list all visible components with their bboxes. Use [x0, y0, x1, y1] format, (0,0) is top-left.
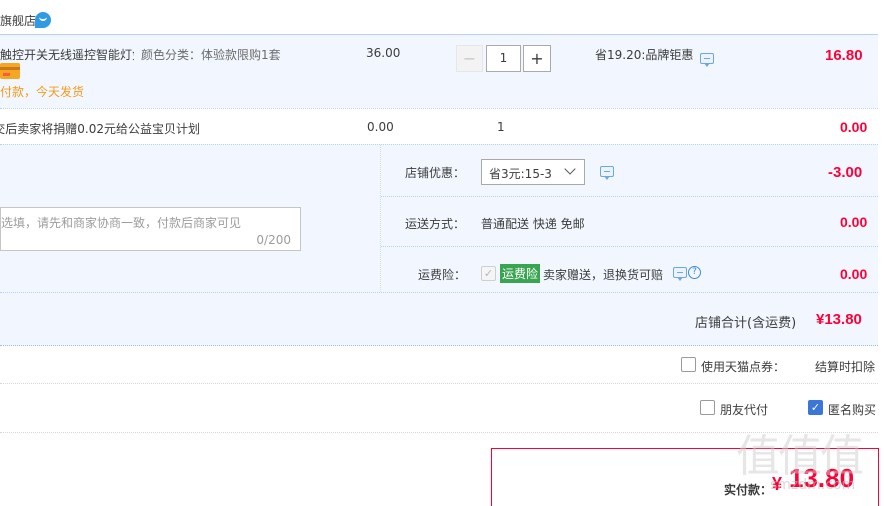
- charity-price: 0.00: [367, 120, 394, 134]
- points-note: 结算时扣除: [815, 360, 876, 374]
- quantity-minus-button[interactable]: −: [456, 45, 483, 72]
- friend-pay-label: 朋友代付: [720, 403, 769, 417]
- ship-notice: 付款，今天发货: [0, 85, 85, 99]
- item-price: 36.00: [366, 46, 401, 60]
- buyer-message-input[interactable]: 选填，请先和商家协商一致，付款后商家可见 0/200: [0, 207, 301, 251]
- discount-chat-icon[interactable]: [600, 166, 614, 180]
- delivery-label: 运送方式：: [405, 217, 466, 231]
- wangwang-chat-icon[interactable]: [35, 12, 51, 28]
- anonymous-checkbox[interactable]: ✓: [808, 400, 823, 415]
- shop-total-label: 店铺合计(含运费): [695, 316, 797, 331]
- watermark-url: smzdm.com: [770, 477, 856, 493]
- points-checkbox[interactable]: [681, 357, 696, 372]
- panel-vertical-divider: [380, 145, 381, 292]
- charity-text: 成交后卖家将捐赠0.02元给公益宝贝计划: [0, 122, 200, 136]
- insurance-amount: 0.00: [840, 266, 868, 282]
- promo-chat-icon[interactable]: [700, 53, 714, 67]
- points-label: 使用天猫点券：: [701, 360, 786, 374]
- insurance-badge: 运费险: [500, 264, 541, 283]
- shop-discount-label: 店铺优惠：: [405, 166, 466, 180]
- shop-discount-select[interactable]: 省3元:15-3: [481, 159, 585, 185]
- delivery-amount: 0.00: [840, 214, 868, 230]
- message-placeholder: 选填，请先和商家协商一致，付款后商家可见: [1, 216, 241, 230]
- item-promo: 省19.20:品牌钜惠: [595, 48, 694, 62]
- shop-discount-amount: -3.00: [828, 164, 863, 181]
- panel-bottom-border: [0, 345, 878, 346]
- insurance-checkbox: ✓: [481, 266, 496, 281]
- shop-total-amount: ¥13.80: [816, 311, 862, 328]
- quantity-input[interactable]: 1: [486, 45, 521, 72]
- charity-subtotal: 0.00: [840, 119, 868, 135]
- panel-top-border: [0, 144, 878, 145]
- message-counter: 0/200: [256, 233, 291, 247]
- help-icon[interactable]: ?: [688, 266, 701, 279]
- points-divider: [0, 383, 878, 384]
- item-title[interactable]: 触控开关无线遥控智能灯免...: [0, 46, 134, 63]
- charity-quantity: 1: [497, 120, 505, 134]
- shop-name[interactable]: 旗舰店: [0, 12, 36, 29]
- delivery-value: 普通配送 快递 免邮: [481, 217, 585, 231]
- insurance-value: 卖家赠送，退换货可赔: [543, 268, 664, 282]
- item-subtotal: 16.80: [825, 47, 863, 64]
- insurance-label: 运费险：: [418, 268, 467, 282]
- delivery-divider: [381, 246, 878, 247]
- shop-discount-value: 省3元:15-3: [489, 167, 552, 181]
- credit-card-icon: [0, 63, 20, 79]
- item-divider: [0, 108, 878, 109]
- friend-pay-checkbox[interactable]: [700, 400, 715, 415]
- quantity-plus-button[interactable]: +: [523, 45, 551, 72]
- chevron-down-icon: [564, 163, 576, 175]
- insurance-divider: [0, 292, 878, 293]
- watermark-logo: 值值值: [736, 431, 864, 482]
- discount-divider: [381, 196, 878, 197]
- insurance-chat-icon[interactable]: [673, 267, 687, 281]
- item-sku: 颜色分类：体验款限购1套: [141, 48, 281, 62]
- anonymous-label: 匿名购买: [828, 403, 877, 417]
